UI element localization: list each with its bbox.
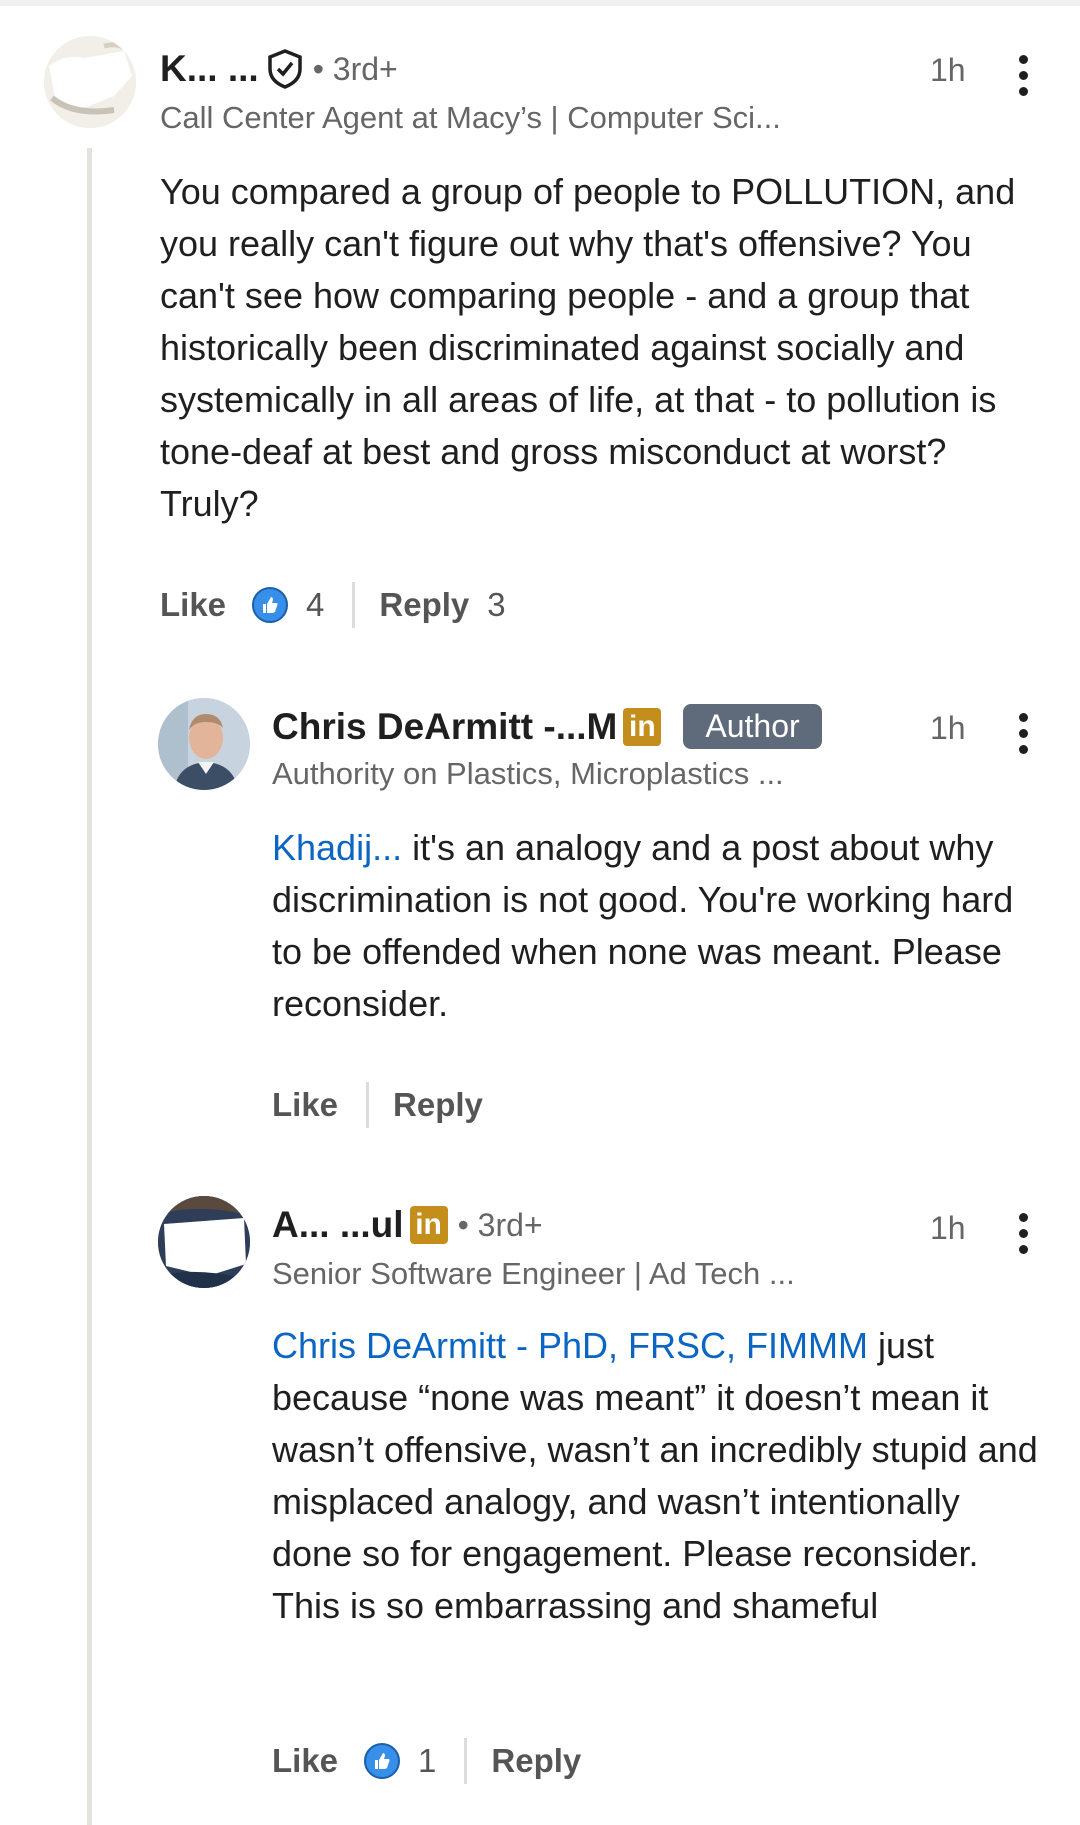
author-headline: Authority on Plastics, Microplastics ... [272, 756, 784, 791]
comment-actions: Like 1 Reply [272, 1738, 581, 1784]
connection-degree: • 3rd+ [312, 50, 398, 87]
reply-count: 3 [487, 586, 506, 623]
comment-body: Khadij... it's an analogy and a post abo… [272, 822, 1042, 1030]
linkedin-icon: in [409, 1206, 448, 1244]
comment-text: just because “none was meant” it doesn’t… [272, 1325, 1038, 1626]
timestamp: 1h [930, 52, 966, 88]
avatar-image [158, 1196, 250, 1288]
top-edge [0, 0, 1080, 6]
author-badge: Author [683, 704, 822, 749]
author-name[interactable]: A... ...ul [272, 1204, 404, 1246]
more-vertical-icon[interactable] [1017, 713, 1029, 754]
like-count: 4 [306, 586, 325, 623]
linkedin-icon: in [623, 707, 662, 746]
comment-body: Chris DeArmitt - PhD, FRSC, FIMMM just b… [272, 1320, 1042, 1632]
action-divider [366, 1082, 370, 1128]
timestamp: 1h [930, 710, 966, 746]
author-name[interactable]: Chris DeArmitt -...M [272, 706, 617, 748]
mention-link[interactable]: Khadij... [272, 827, 402, 868]
timestamp: 1h [930, 1210, 966, 1246]
like-count: 1 [418, 1742, 437, 1779]
mention-link[interactable]: Chris DeArmitt - PhD, FRSC, FIMMM [272, 1325, 868, 1366]
like-button[interactable]: Like [160, 586, 226, 624]
shield-check-icon [267, 49, 303, 89]
comment-actions: Like 4 Reply 3 [160, 582, 506, 628]
thumbs-up-icon [252, 587, 289, 623]
comment-actions: Like Reply [272, 1082, 483, 1128]
avatar[interactable] [158, 1196, 250, 1288]
author-name[interactable]: K... ... [160, 48, 259, 90]
action-divider [352, 582, 356, 628]
like-button[interactable]: Like [272, 1742, 338, 1780]
action-divider [464, 1738, 468, 1784]
reply-button[interactable]: Reply [379, 586, 469, 624]
more-vertical-icon[interactable] [1017, 55, 1029, 96]
like-button[interactable]: Like [272, 1086, 338, 1124]
avatar-image [158, 698, 250, 790]
avatar-image [44, 36, 136, 128]
connection-degree: • 3rd+ [457, 1206, 543, 1243]
avatar[interactable] [158, 698, 250, 790]
reply-button[interactable]: Reply [393, 1086, 483, 1124]
avatar[interactable] [44, 36, 136, 128]
reply-button[interactable]: Reply [491, 1742, 581, 1780]
thumbs-up-icon [364, 1743, 401, 1779]
author-headline: Call Center Agent at Macy’s | Computer S… [160, 100, 781, 135]
thread-line [87, 148, 92, 1825]
author-headline: Senior Software Engineer | Ad Tech ... [272, 1256, 795, 1291]
more-vertical-icon[interactable] [1017, 1213, 1029, 1254]
comment-text: You compared a group of people to POLLUT… [160, 171, 1016, 524]
